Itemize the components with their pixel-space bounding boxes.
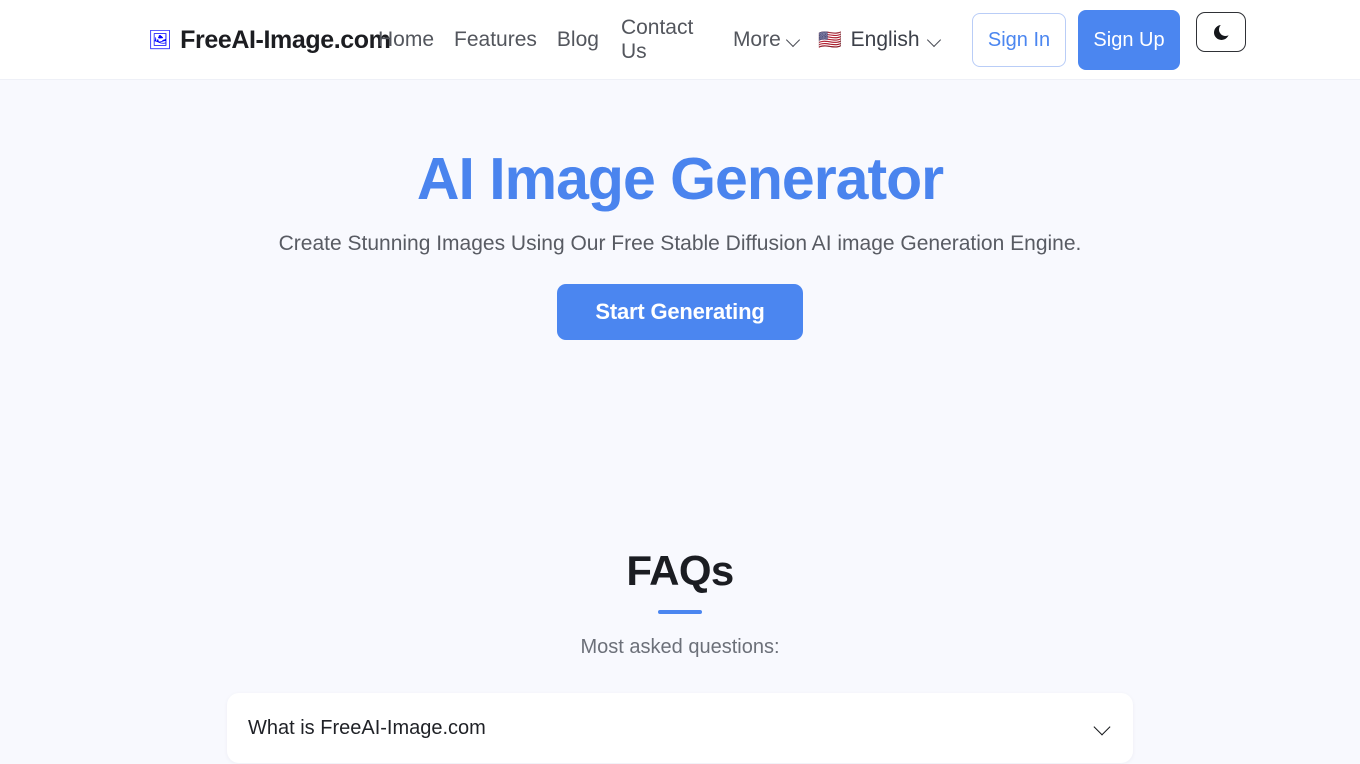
- moon-icon: [1213, 24, 1229, 40]
- sign-up-button[interactable]: Sign Up: [1078, 10, 1180, 70]
- hero-section: AI Image Generator Create Stunning Image…: [0, 80, 1360, 341]
- us-flag-icon: 🇺🇸: [818, 29, 842, 51]
- faq-accent-divider: [658, 610, 702, 615]
- brand-name: FreeAI-Image.com: [180, 25, 391, 54]
- picture-icon: 🖼: [148, 29, 173, 51]
- page-title: AI Image Generator: [416, 146, 944, 212]
- nav-link-contact-us[interactable]: Contact Us: [609, 16, 695, 65]
- main-navigation: Home Features Blog Contact Us More: [368, 0, 810, 80]
- chevron-down-icon: [929, 34, 941, 46]
- faq-section: FAQs Most asked questions: What is FreeA…: [0, 547, 1360, 764]
- language-label: English: [850, 28, 920, 51]
- faq-accordion-list: What is FreeAI-Image.com: [227, 693, 1133, 764]
- faq-accordion-item[interactable]: What is FreeAI-Image.com: [227, 693, 1133, 764]
- chevron-down-icon: [788, 34, 800, 46]
- site-header: 🖼 FreeAI-Image.com Home Features Blog Co…: [0, 0, 1360, 80]
- nav-link-features[interactable]: Features: [444, 28, 547, 52]
- dark-mode-toggle-button[interactable]: [1196, 12, 1246, 52]
- faq-subtitle: Most asked questions:: [580, 636, 780, 659]
- nav-more-dropdown[interactable]: More: [723, 28, 810, 52]
- faq-heading: FAQs: [626, 547, 734, 595]
- hero-cta-wrapper: Start Generating: [0, 284, 1360, 341]
- nav-more-label: More: [732, 28, 781, 51]
- nav-link-home[interactable]: Home: [368, 28, 444, 52]
- auth-buttons: Sign In Sign Up: [972, 0, 1180, 80]
- chevron-down-icon[interactable]: [1095, 720, 1111, 736]
- brand-logo-link[interactable]: 🖼 FreeAI-Image.com: [148, 0, 391, 80]
- sign-in-button[interactable]: Sign In: [972, 13, 1066, 67]
- faq-question-label: What is FreeAI-Image.com: [248, 716, 486, 739]
- language-selector[interactable]: 🇺🇸 English: [818, 0, 941, 80]
- hero-subtitle: Create Stunning Images Using Our Free St…: [278, 232, 1082, 256]
- start-generating-button[interactable]: Start Generating: [557, 284, 803, 341]
- nav-link-blog[interactable]: Blog: [547, 28, 609, 52]
